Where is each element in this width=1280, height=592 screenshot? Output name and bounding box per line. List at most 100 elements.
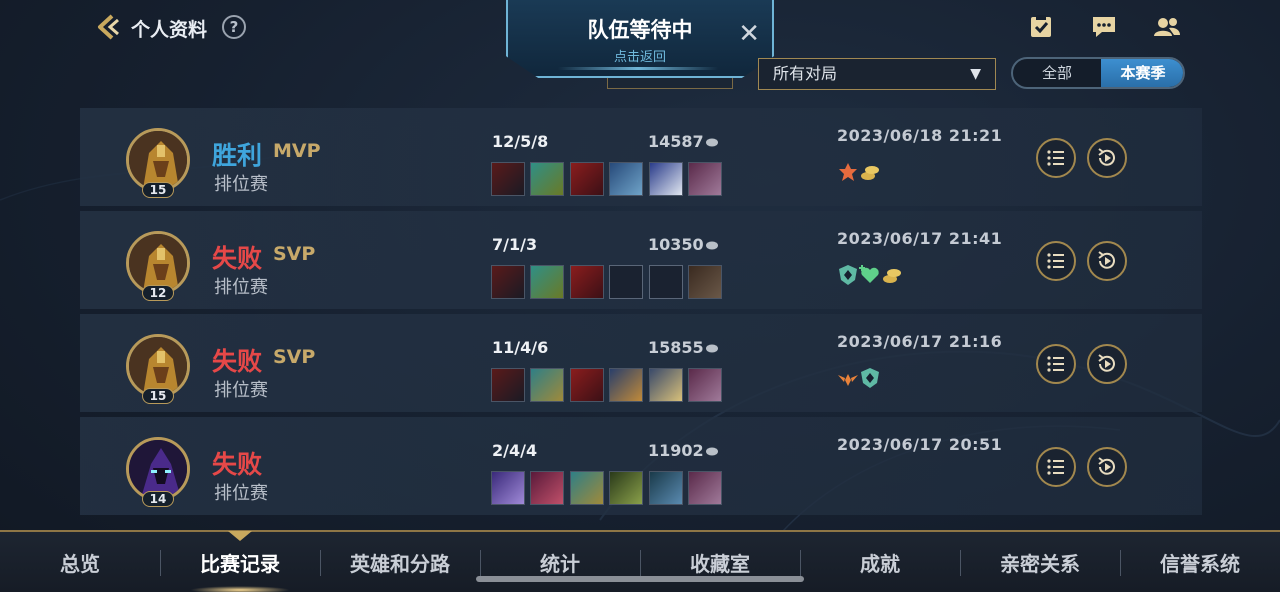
coins-icon [883,269,901,283]
list-icon [1047,356,1064,372]
item-slot[interactable] [491,471,525,505]
list-icon [1047,253,1064,269]
replay-button[interactable] [1087,344,1127,384]
home-indicator[interactable] [476,576,804,582]
item-slot[interactable] [609,368,643,402]
help-icon[interactable]: ? [222,15,246,39]
match-row[interactable]: 12 失败 SVP 排位赛 7/1/3 10350 2023/06/17 21:… [80,211,1202,309]
page-title: 个人资料 [131,19,208,41]
chevron-down-icon: ▼ [970,66,981,82]
active-tab-indicator-icon [228,531,252,541]
match-mode: 排位赛 [214,277,268,298]
item-slot[interactable] [570,471,604,505]
item-slot-empty [609,265,643,299]
nav-tab-match-history[interactable]: 比赛记录 [160,548,320,577]
kda: 12/5/8 [492,132,549,151]
match-detail-button[interactable] [1036,138,1076,178]
replay-icon [1098,251,1115,269]
match-date: 2023/06/18 21:21 [837,126,1003,145]
nav-tab-relationships[interactable]: 亲密关系 [960,548,1120,577]
item-slot[interactable] [649,471,683,505]
match-list: 15 胜利 MVP 排位赛 12/5/8 14587 2023/06/18 21… [80,108,1202,520]
nav-tab-stats[interactable]: 统计 [480,548,640,577]
match-row[interactable]: 15 胜利 MVP 排位赛 12/5/8 14587 2023/06/18 21… [80,108,1202,206]
gold-amount: 15855 [648,338,704,357]
item-slot[interactable] [570,162,604,196]
svp-badge: SVP [273,243,316,265]
match-detail-button[interactable] [1036,447,1076,487]
gold-icon [706,447,718,456]
item-slot[interactable] [649,368,683,402]
season-all-tab[interactable]: 全部 [1013,59,1101,87]
nav-tab-collection[interactable]: 收藏室 [640,548,800,577]
item-slot[interactable] [530,162,564,196]
match-date: 2023/06/17 21:41 [837,229,1003,248]
nav-tab-achievements[interactable]: 成就 [800,548,960,577]
item-slot[interactable] [688,368,722,402]
queue-return-link[interactable]: 点击返回 [508,46,772,65]
gold-amount: 11902 [648,441,704,460]
item-slot[interactable] [530,265,564,299]
item-slot[interactable] [609,471,643,505]
replay-icon [1098,457,1115,475]
bottom-nav: 总览 比赛记录 英雄和分路 统计 收藏室 成就 亲密关系 信誉系统 [0,530,1280,592]
match-detail-button[interactable] [1036,344,1076,384]
replay-button[interactable] [1087,138,1127,178]
heart-plus-icon [859,265,879,283]
item-slot[interactable] [609,162,643,196]
nav-tab-overview[interactable]: 总览 [0,548,160,577]
season-current-tab[interactable]: 本赛季 [1101,59,1183,87]
item-slot[interactable] [570,368,604,402]
queue-status-panel[interactable]: 队伍等待中 点击返回 ✕ [506,0,774,78]
item-slot[interactable] [688,162,722,196]
nav-tab-heroes-lanes[interactable]: 英雄和分路 [320,548,480,577]
match-mode: 排位赛 [214,174,268,195]
match-result: 失败 [212,244,263,273]
match-mode: 排位赛 [214,483,268,504]
list-icon [1047,150,1064,166]
chat-icon[interactable] [1090,14,1118,40]
kda: 2/4/4 [492,441,538,460]
hero-level: 12 [142,285,174,301]
match-filter-value: 所有对局 [773,64,838,83]
season-toggle[interactable]: 全部 本赛季 [1011,57,1185,89]
queue-title: 队伍等待中 [587,18,693,42]
replay-button[interactable] [1087,447,1127,487]
item-slot[interactable] [491,368,525,402]
close-icon[interactable]: ✕ [738,21,760,47]
match-result: 失败 [212,450,263,479]
item-slot[interactable] [530,368,564,402]
match-mode: 排位赛 [214,380,268,401]
friends-icon[interactable] [1153,14,1181,40]
match-row[interactable]: 15 失败 SVP 排位赛 11/4/6 15855 2023/06/17 21… [80,314,1202,412]
replay-button[interactable] [1087,241,1127,281]
item-slot[interactable] [491,265,525,299]
gold-amount: 14587 [648,132,704,151]
hero-level: 14 [142,491,174,507]
checklist-icon[interactable] [1027,14,1055,40]
item-slot[interactable] [688,471,722,505]
replay-icon [1098,354,1115,372]
match-result: 胜利 [212,141,263,170]
match-detail-button[interactable] [1036,241,1076,281]
queue-progress [558,67,718,70]
item-slot[interactable] [530,471,564,505]
shield-honor-icon [861,368,879,388]
item-slot[interactable] [688,265,722,299]
item-slot[interactable] [570,265,604,299]
match-date: 2023/06/17 21:16 [837,332,1003,351]
kda: 7/1/3 [492,235,538,254]
mvp-badge: MVP [273,140,321,162]
gold-icon [706,138,718,147]
hero-level: 15 [142,182,174,198]
back-button[interactable] [92,12,122,42]
item-slot[interactable] [649,162,683,196]
match-filter-dropdown[interactable]: 所有对局 ▼ [758,58,996,90]
svp-badge: SVP [273,346,316,368]
item-slot[interactable] [491,162,525,196]
match-row[interactable]: 14 失败 排位赛 2/4/4 11902 2023/06/17 20:51 [80,417,1202,515]
gold-icon [706,344,718,353]
flower-honor-icon [839,163,857,181]
nav-tab-credit-system[interactable]: 信誉系统 [1120,548,1280,577]
hero-level: 15 [142,388,174,404]
